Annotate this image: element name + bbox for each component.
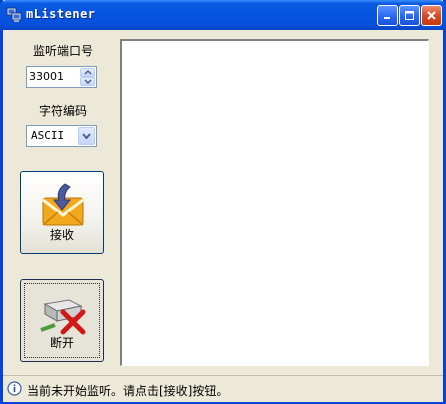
disconnect-button[interactable]: 断开 [20,279,104,362]
stepper-up-button[interactable] [80,68,95,77]
info-icon [7,381,22,396]
port-stepper-arrows[interactable] [80,68,95,86]
window-title: mListener [26,7,96,21]
encoding-select[interactable]: ASCII [26,125,97,147]
encoding-label: 字符编码 [39,104,88,118]
network-computers-icon[interactable] [6,7,22,23]
port-label: 监听端口号 [33,44,94,58]
close-icon [427,11,436,20]
chevron-down-icon [82,133,91,139]
chevron-up-icon [83,70,92,75]
minimize-icon [384,17,390,19]
disconnect-drive-icon [39,290,87,336]
receive-button-label: 接收 [49,228,74,242]
output-textbox[interactable] [120,39,429,366]
status-text: 当前未开始监听。请点击[接收]按钮。 [27,384,229,398]
close-button[interactable] [421,5,442,26]
main-window: mListener 监听端口号 字符编码 ASCII [0,0,446,404]
port-stepper[interactable] [26,66,97,88]
stepper-down-button[interactable] [80,77,95,86]
client-area: 监听端口号 字符编码 ASCII [3,30,443,375]
title-bar[interactable]: mListener [0,0,446,30]
encoding-selected-value: ASCII [31,129,65,142]
status-bar: 当前未开始监听。请点击[接收]按钮。 [3,375,443,402]
minimize-button[interactable] [377,5,398,26]
receive-button[interactable]: 接收 [20,171,104,254]
maximize-button[interactable] [399,5,420,26]
envelope-receive-icon [39,182,87,228]
chevron-down-icon [83,79,92,84]
disconnect-button-label: 断开 [49,336,74,350]
encoding-dropdown-button[interactable] [78,127,95,145]
port-input[interactable] [29,70,77,83]
maximize-icon [405,11,414,20]
